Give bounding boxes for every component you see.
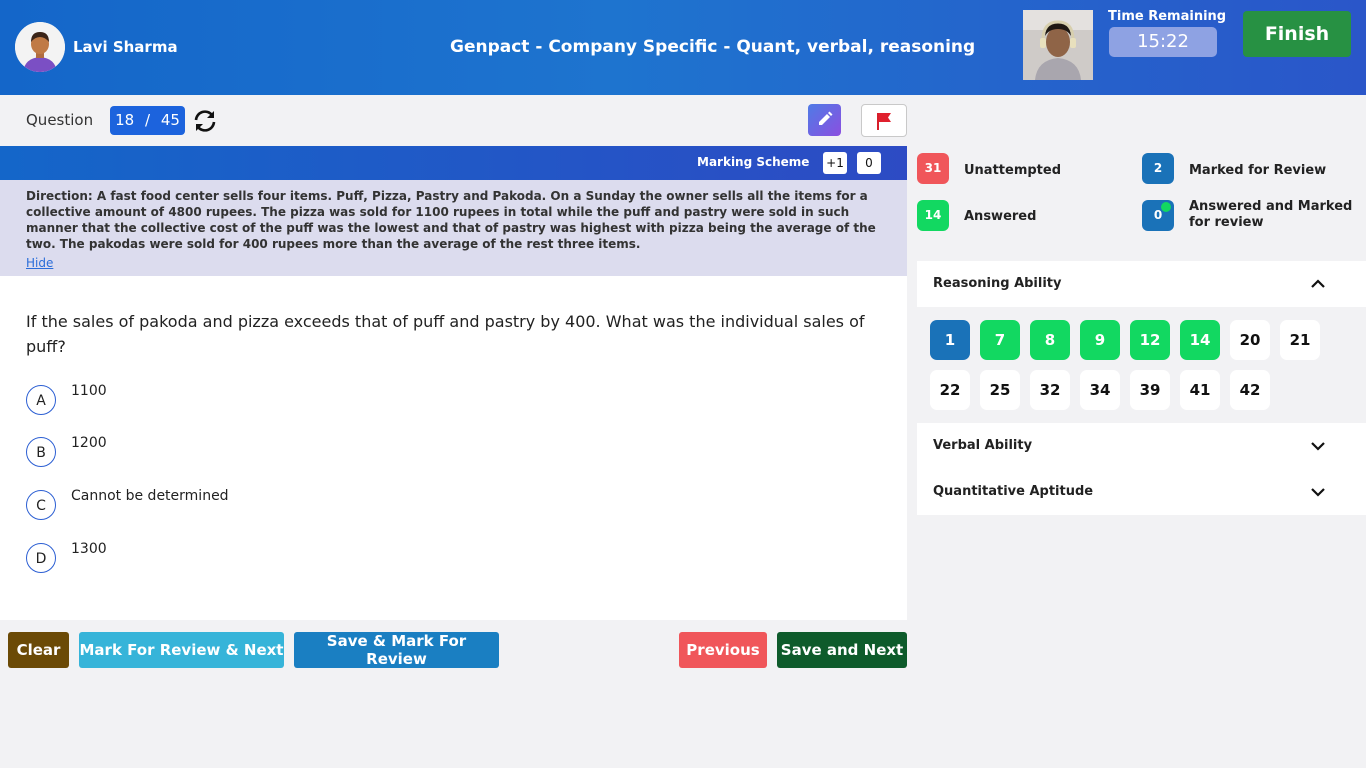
palette-question[interactable]: 7 — [980, 320, 1020, 360]
chevron-up-icon[interactable] — [1310, 276, 1326, 292]
save-next-button[interactable]: Save and Next — [777, 632, 907, 668]
question-total: 45 — [160, 111, 180, 129]
palette-question[interactable]: 9 — [1080, 320, 1120, 360]
mark-review-next-button[interactable]: Mark For Review & Next — [79, 632, 284, 668]
palette-question[interactable]: 34 — [1080, 370, 1120, 410]
question-separator: / — [144, 111, 151, 129]
question-text: If the sales of pakoda and pizza exceeds… — [26, 312, 865, 356]
marked-review-count: 2 — [1142, 153, 1174, 184]
option-text: 1300 — [71, 541, 107, 557]
palette-question[interactable]: 12 — [1130, 320, 1170, 360]
chevron-down-icon[interactable] — [1310, 484, 1326, 500]
option-text: 1100 — [71, 383, 107, 399]
flag-button[interactable] — [861, 104, 907, 137]
palette-question[interactable]: 1 — [930, 320, 970, 360]
time-remaining-label: Time Remaining — [1108, 9, 1227, 24]
section-title: Quantitative Aptitude — [933, 484, 1094, 499]
exam-title: Genpact - Company Specific - Quant, verb… — [450, 37, 976, 57]
palette-question[interactable]: 25 — [980, 370, 1020, 410]
section-quantitative-aptitude[interactable]: Quantitative Aptitude — [917, 469, 1366, 515]
pencil-icon — [819, 111, 833, 125]
question-palette: 1 7 8 9 12 14 20 21 22 25 32 34 39 41 42 — [917, 307, 1366, 423]
answered-dot-icon — [1161, 202, 1171, 212]
answered-label: Answered — [964, 209, 1037, 224]
unattempted-label: Unattempted — [964, 163, 1062, 178]
direction-panel: Direction: A fast food center sells four… — [0, 180, 907, 276]
chevron-down-icon[interactable] — [1310, 438, 1326, 454]
answered-marked-label: Answered and Marked for review — [1189, 199, 1353, 230]
palette-question[interactable]: 20 — [1230, 320, 1270, 360]
finish-button[interactable]: Finish — [1243, 11, 1351, 57]
section-verbal-ability[interactable]: Verbal Ability — [917, 423, 1366, 469]
save-mark-review-button[interactable]: Save & Mark For Review — [294, 632, 499, 668]
option-letter[interactable]: C — [26, 490, 56, 520]
palette-question[interactable]: 39 — [1130, 370, 1170, 410]
palette-question[interactable]: 41 — [1180, 370, 1220, 410]
palette-question[interactable]: 32 — [1030, 370, 1070, 410]
unattempted-count: 31 — [917, 153, 949, 184]
option-text: 1200 — [71, 435, 107, 451]
question-counter: 18 / 45 — [110, 106, 185, 135]
clear-button[interactable]: Clear — [8, 632, 69, 668]
marking-scheme-bar: Marking Scheme +1 0 — [0, 146, 907, 180]
palette-question[interactable]: 42 — [1230, 370, 1270, 410]
flag-icon — [877, 113, 891, 130]
webcam-preview — [1023, 10, 1093, 80]
option-letter[interactable]: D — [26, 543, 56, 573]
marking-positive: +1 — [823, 152, 847, 174]
hide-direction-link[interactable]: Hide — [26, 256, 53, 270]
palette-question[interactable]: 21 — [1280, 320, 1320, 360]
option-text: Cannot be determined — [71, 488, 229, 504]
refresh-icon[interactable] — [192, 108, 218, 134]
option-letter[interactable]: A — [26, 385, 56, 415]
section-title: Verbal Ability — [933, 438, 1033, 453]
marked-review-label: Marked for Review — [1189, 163, 1327, 178]
user-name: Lavi Sharma — [73, 38, 178, 56]
palette-question[interactable]: 22 — [930, 370, 970, 410]
palette-question[interactable]: 14 — [1180, 320, 1220, 360]
answered-count: 14 — [917, 200, 949, 231]
section-title: Reasoning Ability — [933, 276, 1062, 291]
marking-negative: 0 — [857, 152, 881, 174]
header-bar: Lavi Sharma Genpact - Company Specific -… — [0, 0, 1366, 95]
user-avatar — [15, 22, 65, 72]
question-current: 18 — [115, 111, 135, 129]
section-reasoning-ability[interactable]: Reasoning Ability — [917, 261, 1366, 307]
question-label: Question — [26, 111, 94, 129]
option-letter[interactable]: B — [26, 437, 56, 467]
marking-scheme-label: Marking Scheme — [697, 155, 810, 169]
palette-question[interactable]: 8 — [1030, 320, 1070, 360]
pen-tool-button[interactable] — [808, 104, 841, 136]
question-area: If the sales of pakoda and pizza exceeds… — [0, 276, 907, 620]
time-remaining-value: 15:22 — [1109, 27, 1217, 57]
direction-text: Direction: A fast food center sells four… — [26, 189, 876, 251]
previous-button[interactable]: Previous — [679, 632, 767, 668]
